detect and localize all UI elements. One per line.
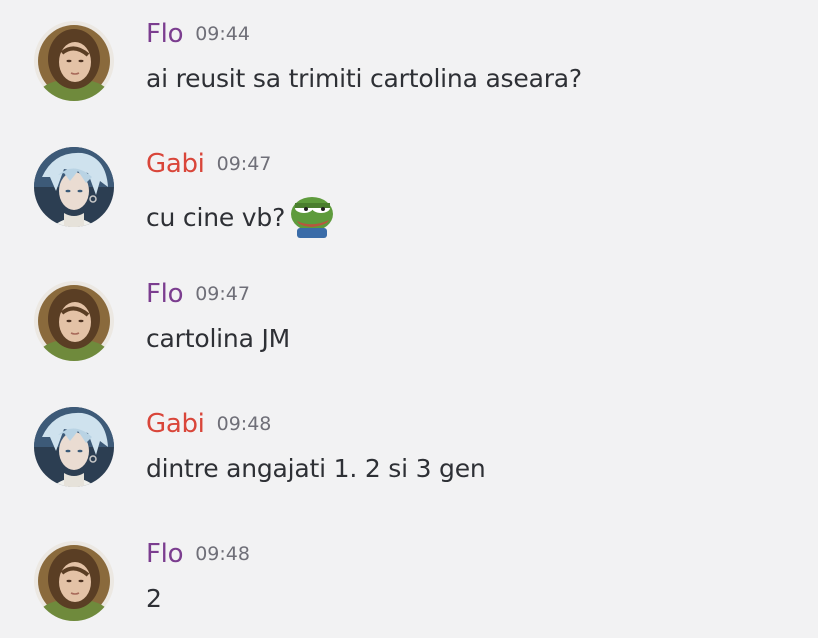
message: Flo 09:47 cartolina JM — [0, 260, 818, 360]
message-text: cartolina JM — [146, 324, 290, 353]
chat-messages: Flo 09:44 ai reusit sa trimiti cartolina … — [0, 0, 818, 638]
message-header: Flo 09:44 — [146, 19, 250, 49]
timestamp[interactable]: 09:47 — [195, 283, 250, 305]
avatar[interactable] — [34, 407, 114, 487]
message-header: Flo 09:48 — [146, 539, 250, 569]
user-avatar-flo — [34, 541, 114, 621]
user-avatar-flo — [34, 281, 114, 361]
message: Flo 09:44 ai reusit sa trimiti cartolina … — [0, 0, 818, 100]
author-name[interactable]: Gabi — [146, 149, 205, 179]
author-name[interactable]: Flo — [146, 279, 183, 309]
message: Flo 09:48 2 — [0, 520, 818, 620]
author-name[interactable]: Flo — [146, 19, 183, 49]
avatar[interactable] — [34, 21, 114, 101]
message-text: ai reusit sa trimiti cartolina aseara? — [146, 64, 582, 93]
pepe-frog-emoji-icon[interactable] — [289, 194, 335, 238]
avatar[interactable] — [34, 281, 114, 361]
timestamp[interactable]: 09:44 — [195, 23, 250, 45]
message-header: Gabi 09:48 — [146, 409, 271, 439]
user-avatar-gabi — [34, 407, 114, 487]
user-avatar-gabi — [34, 147, 114, 227]
avatar[interactable] — [34, 541, 114, 621]
message-text: 2 — [146, 584, 162, 613]
timestamp[interactable]: 09:48 — [217, 413, 272, 435]
message-text-row: cu cine vb? — [146, 194, 335, 238]
user-avatar-flo — [34, 21, 114, 101]
message-header: Gabi 09:47 — [146, 149, 271, 179]
avatar[interactable] — [34, 147, 114, 227]
message-text: cu cine vb? — [146, 203, 286, 232]
message-header: Flo 09:47 — [146, 279, 250, 309]
message: Gabi 09:48 dintre angajati 1. 2 si 3 gen — [0, 390, 818, 490]
message-text: dintre angajati 1. 2 si 3 gen — [146, 454, 486, 483]
timestamp[interactable]: 09:48 — [195, 543, 250, 565]
timestamp[interactable]: 09:47 — [217, 153, 272, 175]
author-name[interactable]: Flo — [146, 539, 183, 569]
author-name[interactable]: Gabi — [146, 409, 205, 439]
message: Gabi 09:47 cu cine vb? — [0, 130, 818, 230]
